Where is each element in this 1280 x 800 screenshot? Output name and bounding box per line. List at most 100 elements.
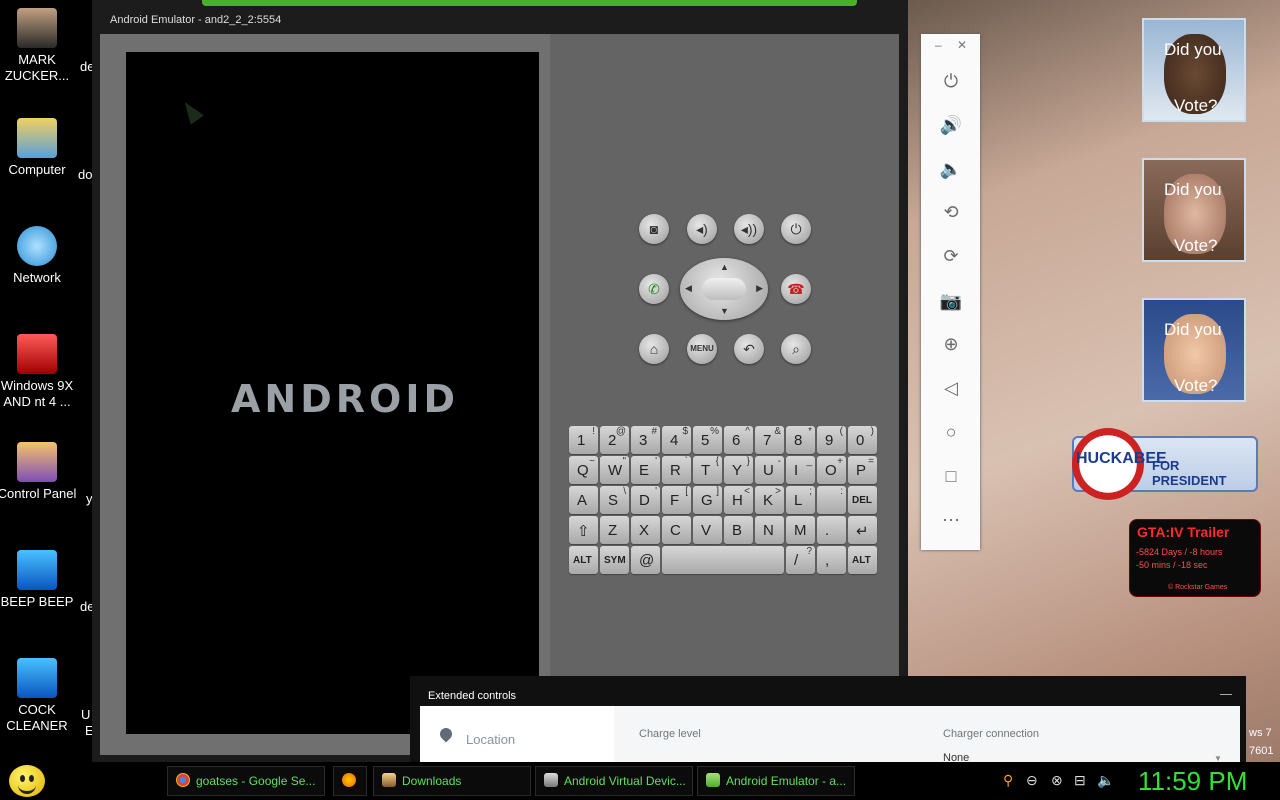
key-k[interactable]: K > xyxy=(755,486,784,514)
gta-countdown-gadget[interactable]: GTA:IV Trailer -5824 Days / -8 hours -50… xyxy=(1129,519,1261,597)
desktop-icon-beep-beep[interactable]: BEEP BEEP xyxy=(0,550,77,610)
desktop-icon-cock-cleaner[interactable]: COCK CLEANER xyxy=(0,658,77,734)
key-alt[interactable]: ALT xyxy=(848,546,877,574)
key-,[interactable]: , xyxy=(817,546,846,574)
key-n[interactable]: N xyxy=(755,516,784,544)
clock[interactable]: 11:59 PM xyxy=(1138,766,1247,797)
camera-button[interactable]: ◙ xyxy=(639,214,669,244)
back-button[interactable]: ↶ xyxy=(734,334,764,364)
taskbar-chrome[interactable]: goatses - Google Se... xyxy=(167,766,325,796)
power-icon[interactable]: ⏻ xyxy=(938,68,964,94)
dpad-center-button[interactable] xyxy=(702,278,746,300)
rotate-left-icon[interactable]: ⟲ xyxy=(938,199,964,225)
minimize-button[interactable]: – xyxy=(935,38,942,52)
key-colon[interactable]: : xyxy=(817,486,846,514)
key-2[interactable]: 2 @ xyxy=(600,426,629,454)
desktop-icon-recycle-bin[interactable]: Windows 9X AND nt 4 ... xyxy=(0,334,77,410)
key-5[interactable]: 5% xyxy=(693,426,722,454)
volume-down-button[interactable]: ◂) xyxy=(687,214,717,244)
vote-gadget-obama[interactable]: Did you Vote? xyxy=(1142,18,1246,122)
key-f[interactable]: F[ xyxy=(662,486,691,514)
key-/[interactable]: /? xyxy=(786,546,815,574)
key-a[interactable]: A xyxy=(569,486,598,514)
key-e[interactable]: E ' xyxy=(631,456,660,484)
key-q[interactable]: Q ~ xyxy=(569,456,598,484)
key-space[interactable]: SPACE xyxy=(662,546,784,574)
emulator-window[interactable]: Android Emulator - and2_2_2:5554 ANDROID… xyxy=(92,0,908,762)
key-9[interactable]: 9( xyxy=(817,426,846,454)
key-g[interactable]: G] xyxy=(693,486,722,514)
key-@[interactable]: @ xyxy=(631,546,660,574)
key-⇧[interactable]: ⇧ xyxy=(569,516,598,544)
key-r[interactable]: R ` xyxy=(662,456,691,484)
overview-icon[interactable]: □ xyxy=(938,463,964,489)
network-tray-icon[interactable]: ⊟ xyxy=(1074,772,1086,789)
key-p[interactable]: P = xyxy=(848,456,877,484)
camera-icon[interactable]: 📷 xyxy=(938,288,964,314)
key-6[interactable]: 6 ^ xyxy=(724,426,753,454)
key-7[interactable]: 7 & xyxy=(755,426,784,454)
power-button[interactable]: ⏻ xyxy=(781,214,811,244)
taskbar-emulator[interactable]: Android Emulator - a... xyxy=(697,766,855,796)
key-w[interactable]: W " xyxy=(600,456,629,484)
desktop-icon-network[interactable]: Network xyxy=(0,226,77,286)
dpad[interactable]: ▲ ▼ ◀ ▶ xyxy=(680,258,768,320)
back-icon[interactable]: ◁ xyxy=(938,375,964,401)
key-alt[interactable]: ALT xyxy=(569,546,598,574)
close-button[interactable]: ✕ xyxy=(957,38,967,52)
key-i[interactable]: I _ xyxy=(786,456,815,484)
huckabee-gadget[interactable]: HUCKABEE FOR PRESIDENT xyxy=(1072,428,1258,500)
dpad-left-icon[interactable]: ◀ xyxy=(685,283,692,294)
volume-up-icon[interactable]: 🔊 xyxy=(938,112,964,138)
rotate-right-icon[interactable]: ⟳ xyxy=(938,243,964,269)
volume-icon[interactable]: 🔈 xyxy=(1097,772,1114,789)
extended-controls-window[interactable]: Extended controls Location Charge level … xyxy=(410,676,1246,764)
key-h[interactable]: H < xyxy=(724,486,753,514)
key-b[interactable]: B xyxy=(724,516,753,544)
key-x[interactable]: X xyxy=(631,516,660,544)
vote-gadget-clinton[interactable]: Did you Vote? xyxy=(1142,298,1246,402)
taskbar-firefox[interactable] xyxy=(333,766,367,796)
key-8[interactable]: 8 * xyxy=(786,426,815,454)
search-button[interactable]: ⌕ xyxy=(781,334,811,364)
key-del[interactable]: DEL xyxy=(848,486,877,514)
key-l[interactable]: L; xyxy=(786,486,815,514)
key-3[interactable]: 3 # xyxy=(631,426,660,454)
key-v[interactable]: V xyxy=(693,516,722,544)
key-y[interactable]: Y} xyxy=(724,456,753,484)
start-button[interactable] xyxy=(9,765,45,797)
call-button[interactable]: ✆ xyxy=(639,274,669,304)
more-icon[interactable]: ⋯ xyxy=(938,507,964,533)
key-.[interactable]: . xyxy=(817,516,846,544)
security-icon[interactable]: ⊗ xyxy=(1051,772,1063,789)
desktop-icon-control-panel[interactable]: Control Panel xyxy=(0,442,77,502)
vote-gadget-mccain[interactable]: Did you Vote? xyxy=(1142,158,1246,262)
volume-up-button[interactable]: ◂)) xyxy=(734,214,764,244)
zoom-icon[interactable]: ⊕ xyxy=(938,331,964,357)
device-screen[interactable]: ANDROID xyxy=(126,52,539,734)
key-↵[interactable]: ↵ xyxy=(848,516,877,544)
key-t[interactable]: T{ xyxy=(693,456,722,484)
desktop-icon-mark-zuckerberg[interactable]: MARK ZUCKER... xyxy=(0,8,77,84)
home-icon[interactable]: ○ xyxy=(938,419,964,445)
key-1[interactable]: 1! xyxy=(569,426,598,454)
taskbar-avd[interactable]: Android Virtual Devic... xyxy=(535,766,693,796)
key-z[interactable]: Z xyxy=(600,516,629,544)
key-o[interactable]: O + xyxy=(817,456,846,484)
taskbar-downloads[interactable]: Downloads xyxy=(373,766,531,796)
key-m[interactable]: M xyxy=(786,516,815,544)
key-0[interactable]: 0) xyxy=(848,426,877,454)
key-d[interactable]: D ' xyxy=(631,486,660,514)
volume-down-icon[interactable]: 🔈 xyxy=(938,156,964,182)
menu-button[interactable]: MENU xyxy=(687,334,717,364)
key-sym[interactable]: SYM xyxy=(600,546,629,574)
desktop-icon-computer[interactable]: Computer xyxy=(0,118,77,178)
end-call-button[interactable]: ☎ xyxy=(781,274,811,304)
dpad-up-icon[interactable]: ▲ xyxy=(720,262,729,272)
minus-circle-icon[interactable]: ⊖ xyxy=(1026,772,1038,789)
key-4[interactable]: 4 $ xyxy=(662,426,691,454)
dpad-down-icon[interactable]: ▼ xyxy=(720,306,729,316)
dpad-right-icon[interactable]: ▶ xyxy=(756,283,763,294)
search-icon[interactable]: ⚲ xyxy=(1003,772,1013,789)
key-s[interactable]: S \ xyxy=(600,486,629,514)
